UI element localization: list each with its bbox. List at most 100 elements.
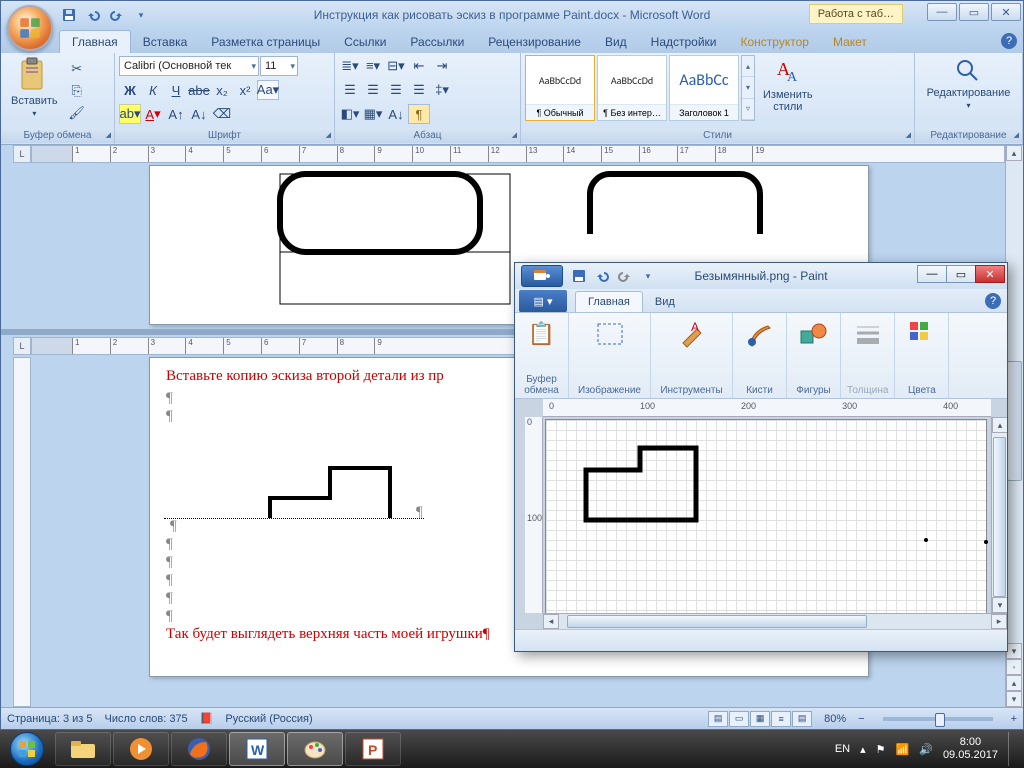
clear-format-button[interactable]: ⌫ (211, 104, 233, 124)
ruler-corner-2[interactable]: L (13, 337, 31, 355)
bold-button[interactable]: Ж (119, 80, 141, 100)
view-outline[interactable]: ≡ (771, 711, 791, 727)
tray-clock[interactable]: 8:00 09.05.2017 (943, 736, 998, 762)
tab-home[interactable]: Главная (59, 30, 131, 53)
line-spacing-button[interactable]: ‡▾ (431, 80, 453, 100)
align-left-button[interactable]: ☰ (339, 80, 361, 100)
paint-v-ruler[interactable]: 0100 (525, 417, 543, 613)
paint-qat-more[interactable]: ▾ (638, 266, 658, 286)
style-no-spacing[interactable]: AaBbCcDd ¶ Без интер… (597, 55, 667, 121)
numbering-button[interactable]: ≡▾ (362, 56, 384, 76)
taskbar-word[interactable]: W (229, 732, 285, 766)
style-heading1[interactable]: AaBbCc Заголовок 1 (669, 55, 739, 121)
h-ruler-top[interactable]: 12345678910111213141516171819 (31, 145, 1005, 163)
show-marks-button[interactable]: ¶ (408, 104, 430, 124)
paste-button[interactable]: Вставить ▾ (5, 55, 64, 120)
font-color-button[interactable]: A▾ (142, 104, 164, 124)
paint-h-ruler[interactable]: 0100200300400 (543, 399, 991, 417)
inc-indent-button[interactable]: ⇥ (431, 56, 453, 76)
tab-review[interactable]: Рецензирование (476, 31, 593, 53)
zoom-level[interactable]: 80% (824, 713, 846, 725)
format-painter-icon[interactable]: 🖌 (66, 103, 88, 123)
clipboard-icon[interactable]: 📋 (525, 317, 559, 351)
brush-icon[interactable] (743, 317, 777, 351)
cut-icon[interactable]: ✂ (66, 59, 88, 79)
tab-layout[interactable]: Макет (821, 31, 879, 53)
zoom-in[interactable]: + (1011, 713, 1017, 725)
minimize-button[interactable]: — (927, 3, 957, 21)
proofing-icon[interactable]: 📕 (200, 712, 214, 725)
font-size-combo[interactable]: 11 (260, 56, 298, 76)
view-web[interactable]: ▦ (750, 711, 770, 727)
tools-icon[interactable]: A (675, 317, 709, 351)
paint-minimize[interactable]: — (917, 265, 947, 283)
strike-button[interactable]: abe (188, 80, 210, 100)
close-button[interactable]: ✕ (991, 3, 1021, 21)
dec-indent-button[interactable]: ⇤ (408, 56, 430, 76)
tray-network-icon[interactable]: 📶 (896, 743, 910, 756)
taskbar-wmp[interactable] (113, 732, 169, 766)
tab-view[interactable]: Вид (593, 31, 639, 53)
tray-arrow-icon[interactable]: ▴ (860, 743, 866, 756)
tab-mailings[interactable]: Рассылки (398, 31, 476, 53)
multilevel-button[interactable]: ⊟▾ (385, 56, 407, 76)
taskbar-explorer[interactable] (55, 732, 111, 766)
tray-flag-icon[interactable]: ⚑ (876, 743, 886, 756)
tray-lang[interactable]: EN (835, 743, 850, 755)
paint-vscrollbar[interactable]: ▴▾ (991, 417, 1007, 613)
grow-font-button[interactable]: A↑ (165, 104, 187, 124)
v-ruler[interactable] (13, 357, 31, 707)
show-desktop-button[interactable] (1008, 732, 1016, 766)
table-tools-context-tab[interactable]: Работа с таб… (809, 4, 903, 24)
paint-close[interactable]: ✕ (975, 265, 1005, 283)
status-lang[interactable]: Русский (Россия) (225, 713, 312, 725)
tab-design[interactable]: Конструктор (729, 31, 821, 53)
shading-button[interactable]: ◧▾ (339, 104, 361, 124)
paint-help-icon[interactable]: ? (985, 293, 1001, 309)
align-right-button[interactable]: ☰ (385, 80, 407, 100)
superscript-button[interactable]: x² (234, 80, 256, 100)
align-center-button[interactable]: ☰ (362, 80, 384, 100)
sort-button[interactable]: A↓ (385, 104, 407, 124)
tab-insert[interactable]: Вставка (131, 31, 200, 53)
change-case-button[interactable]: Aa▾ (257, 80, 279, 100)
view-draft[interactable]: ▤ (792, 711, 812, 727)
justify-button[interactable]: ☰ (408, 80, 430, 100)
font-name-combo[interactable]: Calibri (Основной тек (119, 56, 259, 76)
style-normal[interactable]: AaBbCcDd ¶ Обычный (525, 55, 595, 121)
paint-tab-view[interactable]: Вид (643, 292, 687, 312)
help-icon[interactable]: ? (1001, 33, 1017, 49)
ruler-corner[interactable]: L (13, 145, 31, 163)
status-words[interactable]: Число слов: 375 (105, 713, 188, 725)
highlight-button[interactable]: ab▾ (119, 104, 141, 124)
taskbar-powerpoint[interactable]: P (345, 732, 401, 766)
colors-icon[interactable] (905, 317, 939, 351)
office-button[interactable] (7, 5, 53, 51)
paint-redo-icon[interactable] (615, 266, 635, 286)
borders-button[interactable]: ▦▾ (362, 104, 384, 124)
italic-button[interactable]: К (142, 80, 164, 100)
paint-appmenu-icon[interactable] (521, 265, 563, 287)
shapes-icon[interactable] (797, 317, 831, 351)
taskbar-firefox[interactable] (171, 732, 227, 766)
paint-hscrollbar[interactable]: ◂▸ (543, 613, 1007, 629)
undo-icon[interactable] (83, 5, 103, 25)
word-titlebar[interactable]: ▾ Инструкция как рисовать эскиз в програ… (1, 1, 1023, 29)
select-icon[interactable] (593, 317, 627, 351)
paint-canvas[interactable] (545, 419, 987, 619)
paint-file-menu[interactable]: ▤ ▾ (519, 290, 567, 312)
change-styles-button[interactable]: AA Изменить стили (757, 55, 819, 115)
shrink-font-button[interactable]: A↓ (188, 104, 210, 124)
qat-more-icon[interactable]: ▾ (131, 5, 151, 25)
taskbar-paint[interactable] (287, 732, 343, 766)
subscript-button[interactable]: x₂ (211, 80, 233, 100)
zoom-slider[interactable] (883, 717, 993, 721)
paint-undo-icon[interactable] (592, 266, 612, 286)
paint-tab-home[interactable]: Главная (575, 291, 643, 312)
maximize-button[interactable]: ▭ (959, 3, 989, 21)
tray-volume-icon[interactable]: 🔊 (919, 743, 933, 756)
bullets-button[interactable]: ≣▾ (339, 56, 361, 76)
redo-icon[interactable] (107, 5, 127, 25)
copy-icon[interactable]: ⎘ (66, 81, 88, 101)
save-icon[interactable] (59, 5, 79, 25)
